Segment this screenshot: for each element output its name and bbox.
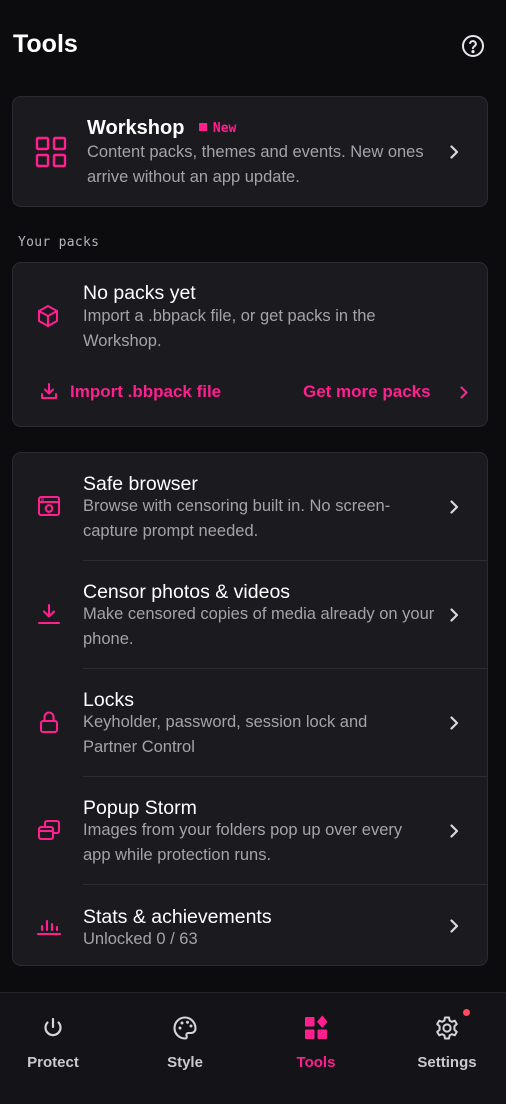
tool-description: Keyholder, password, session lock and Pa… bbox=[83, 713, 368, 756]
tool-row-locks[interactable]: Locks Keyholder, password, session lock … bbox=[13, 669, 487, 777]
chevron-right-icon bbox=[460, 386, 468, 399]
nav-label: Tools bbox=[296, 1054, 336, 1071]
chevron-right-icon bbox=[447, 500, 461, 514]
new-badge: New bbox=[198, 121, 237, 136]
workshop-card[interactable]: Workshop New Content packs, themes and e… bbox=[12, 96, 488, 207]
workshop-description: Content packs, themes and events. New on… bbox=[87, 143, 424, 186]
packs-card: No packs yet Import a .bbpack file, or g… bbox=[12, 262, 488, 427]
tool-title: Stats & achievements bbox=[83, 906, 272, 928]
import-bbpack-button[interactable]: Import .bbpack file bbox=[39, 379, 239, 407]
get-more-packs-label: Get more packs bbox=[303, 382, 431, 401]
grid-icon bbox=[35, 136, 67, 168]
windows-icon bbox=[37, 818, 61, 842]
tool-row-safe-browser[interactable]: Safe browser Browse with censoring built… bbox=[13, 453, 487, 561]
chevron-right-icon bbox=[447, 608, 461, 622]
tool-row-censor-media[interactable]: Censor photos & videos Make censored cop… bbox=[13, 561, 487, 669]
workshop-title: Workshop bbox=[87, 117, 185, 139]
tool-description: Images from your folders pop up over eve… bbox=[83, 821, 403, 864]
chevron-right-icon bbox=[447, 716, 461, 730]
download-icon bbox=[37, 602, 61, 626]
nav-item-protect[interactable]: Protect bbox=[0, 993, 116, 1104]
tool-description: Unlocked 0 / 63 bbox=[83, 930, 198, 948]
package-icon bbox=[36, 304, 60, 328]
help-circle-icon bbox=[462, 35, 484, 57]
import-bbpack-label: Import .bbpack file bbox=[70, 382, 222, 401]
nav-item-style[interactable]: Style bbox=[122, 993, 248, 1104]
notification-dot bbox=[463, 1009, 470, 1016]
bottom-nav: Protect Style Tools Settings bbox=[0, 992, 506, 1104]
help-button[interactable] bbox=[461, 34, 485, 58]
packs-empty-title: No packs yet bbox=[83, 282, 196, 304]
new-badge-label: New bbox=[212, 121, 237, 136]
page-title: Tools bbox=[13, 30, 78, 58]
app-header: Tools bbox=[0, 0, 506, 92]
tool-title: Censor photos & videos bbox=[83, 581, 291, 603]
tools-card: Safe browser Browse with censoring built… bbox=[12, 452, 488, 966]
tool-description: Browse with censoring built in. No scree… bbox=[83, 497, 391, 540]
tool-description: Make censored copies of media already on… bbox=[83, 605, 435, 648]
palette-icon bbox=[173, 1016, 197, 1040]
packs-empty-description: Import a .bbpack file, or get packs in t… bbox=[83, 307, 376, 350]
get-more-packs-button[interactable]: Get more packs bbox=[301, 379, 471, 407]
nav-label: Settings bbox=[417, 1054, 477, 1071]
tool-row-popup-storm[interactable]: Popup Storm Images from your folders pop… bbox=[13, 777, 487, 885]
tools-icon bbox=[305, 1015, 328, 1039]
nav-item-tools[interactable]: Tools bbox=[253, 993, 379, 1104]
tool-title: Locks bbox=[83, 689, 134, 711]
chevron-right-icon bbox=[447, 145, 461, 159]
gear-icon bbox=[436, 1016, 458, 1040]
nav-item-settings[interactable]: Settings bbox=[384, 993, 506, 1104]
section-label-your-packs: Your packs bbox=[18, 235, 100, 250]
nav-label: Style bbox=[167, 1054, 203, 1071]
chevron-right-icon bbox=[447, 824, 461, 838]
browser-icon bbox=[37, 494, 61, 518]
workshop-title-row: Workshop New bbox=[87, 117, 236, 140]
tool-title: Safe browser bbox=[83, 473, 198, 495]
tool-row-stats[interactable]: Stats & achievements Unlocked 0 / 63 bbox=[13, 885, 487, 965]
lock-icon bbox=[38, 710, 60, 734]
tool-title: Popup Storm bbox=[83, 797, 197, 819]
bar-chart-icon bbox=[37, 915, 61, 935]
import-icon bbox=[41, 383, 57, 399]
chevron-right-icon bbox=[447, 919, 461, 933]
nav-label: Protect bbox=[27, 1054, 79, 1071]
power-icon bbox=[44, 1017, 62, 1037]
